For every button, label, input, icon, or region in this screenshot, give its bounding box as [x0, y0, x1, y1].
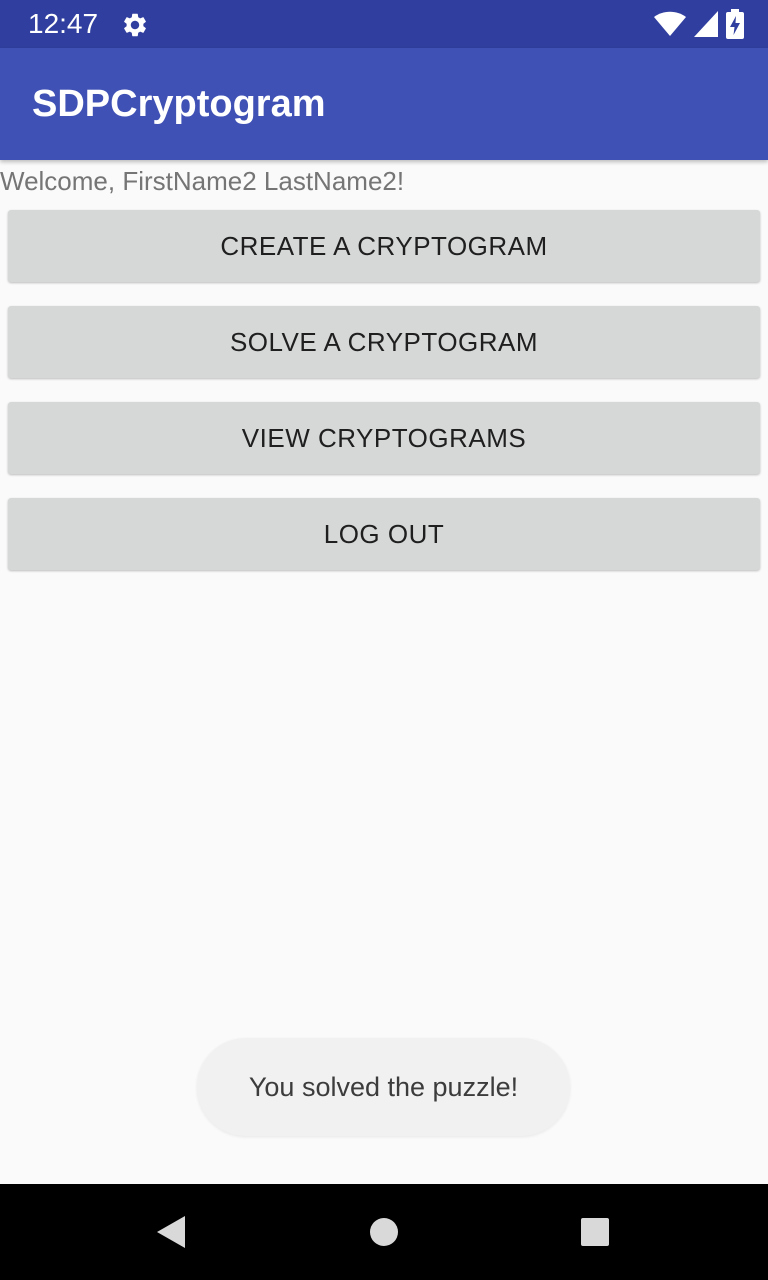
create-cryptogram-label: CREATE A CRYPTOGRAM: [220, 231, 548, 261]
view-cryptograms-label: VIEW CRYPTOGRAMS: [241, 423, 527, 453]
recents-icon: [581, 1218, 609, 1246]
app-screen: 12:47 SDPCryptogram Welcome, FirstName2 …: [0, 0, 768, 1280]
status-time: 12:47: [28, 8, 99, 39]
create-cryptogram-button[interactable]: CREATE A CRYPTOGRAM: [8, 210, 760, 282]
log-out-button[interactable]: LOG OUT: [8, 498, 760, 570]
back-icon: [157, 1216, 185, 1248]
back-button[interactable]: [123, 1184, 219, 1280]
navigation-bar: [0, 1184, 768, 1280]
app-title: SDPCryptogram: [32, 83, 326, 125]
home-button[interactable]: [336, 1184, 432, 1280]
solve-cryptogram-button[interactable]: SOLVE A CRYPTOGRAM: [8, 306, 760, 378]
home-icon: [370, 1218, 398, 1246]
welcome-message: Welcome, FirstName2 LastName2!: [0, 166, 405, 196]
cell-signal-icon: [694, 11, 718, 37]
view-cryptograms-button[interactable]: VIEW CRYPTOGRAMS: [8, 402, 760, 474]
status-bar: 12:47: [0, 0, 768, 48]
settings-gear-icon: [124, 13, 146, 37]
status-icons: [654, 9, 744, 39]
solve-cryptogram-label: SOLVE A CRYPTOGRAM: [229, 327, 539, 357]
toast-notification: You solved the puzzle!: [197, 1038, 570, 1136]
app-bar: SDPCryptogram: [0, 48, 768, 160]
recents-button[interactable]: [547, 1184, 643, 1280]
log-out-label: LOG OUT: [323, 519, 445, 549]
battery-charging-icon: [726, 9, 744, 39]
toast-message: You solved the puzzle!: [248, 1072, 519, 1102]
wifi-icon: [654, 11, 686, 36]
